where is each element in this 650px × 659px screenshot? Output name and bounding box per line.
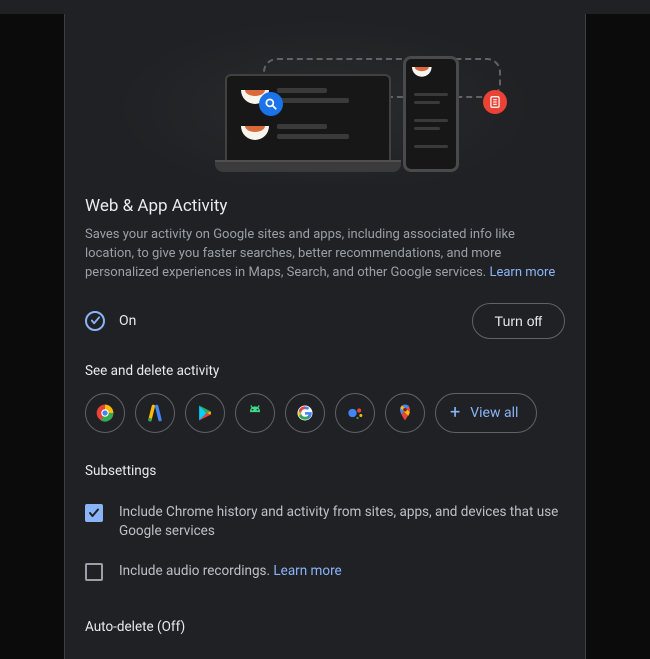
auto-delete-label: Auto-delete (Off) [85, 613, 565, 649]
status-row: On Turn off [85, 283, 565, 357]
settings-panel: Web & App Activity Saves your activity o… [64, 14, 586, 659]
search-icon [259, 92, 283, 116]
learn-more-link[interactable]: Learn more [489, 265, 555, 280]
learn-more-link[interactable]: Learn more [273, 563, 341, 579]
check-circle-icon [85, 311, 105, 331]
subsetting-audio: Include audio recordings. Learn more [85, 552, 565, 592]
document-icon [483, 90, 507, 114]
android-icon[interactable] [235, 393, 275, 433]
hero-illustration [65, 14, 585, 184]
turn-off-button[interactable]: Turn off [472, 303, 565, 339]
auto-delete-option[interactable]: Choose an auto-delete option [85, 649, 565, 659]
assistant-icon[interactable] [335, 393, 375, 433]
subsetting-audio-label: Include audio recordings. Learn more [119, 562, 342, 582]
subsettings-label: Subsettings [85, 457, 565, 493]
page-title: Web & App Activity [85, 190, 565, 226]
view-all-button[interactable]: + View all [435, 393, 537, 433]
activity-section-label: See and delete activity [85, 357, 565, 393]
checkbox-unchecked[interactable] [85, 563, 103, 581]
play-icon[interactable] [185, 393, 225, 433]
ads-icon[interactable] [135, 393, 175, 433]
app-icons-row: + View all [85, 393, 565, 433]
chrome-icon[interactable] [85, 393, 125, 433]
page-description: Saves your activity on Google sites and … [85, 226, 565, 283]
plus-icon: + [450, 404, 460, 422]
maps-icon[interactable] [385, 393, 425, 433]
subsetting-chrome-history-label: Include Chrome history and activity from… [119, 503, 565, 542]
status-label: On [119, 313, 136, 329]
window-top-bar [0, 0, 650, 14]
subsetting-chrome-history: Include Chrome history and activity from… [85, 493, 565, 552]
checkbox-checked[interactable] [85, 504, 103, 522]
google-icon[interactable] [285, 393, 325, 433]
